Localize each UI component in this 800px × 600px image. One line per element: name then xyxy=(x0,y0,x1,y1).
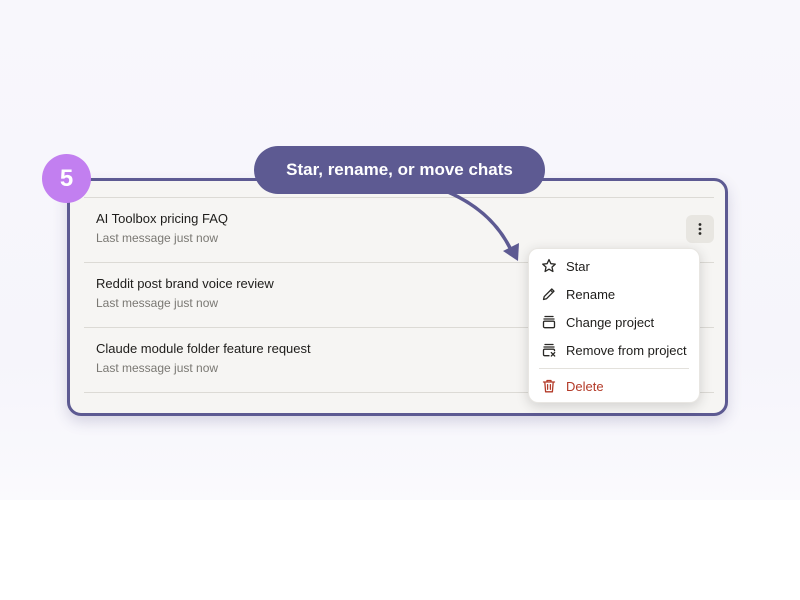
star-icon xyxy=(541,258,557,274)
chat-context-menu: Star Rename Change project Remove from p… xyxy=(528,248,700,403)
tutorial-stage: AI Toolbox pricing FAQ Last message just… xyxy=(0,0,800,600)
trash-icon xyxy=(541,378,557,394)
menu-item-label: Rename xyxy=(566,286,616,302)
menu-item-label: Remove from project xyxy=(566,342,687,358)
menu-divider xyxy=(539,368,689,369)
project-icon xyxy=(541,314,557,330)
menu-item-label: Change project xyxy=(566,314,655,330)
menu-item-star[interactable]: Star xyxy=(541,256,590,276)
menu-item-label: Star xyxy=(566,258,590,274)
menu-item-delete[interactable]: Delete xyxy=(541,376,604,396)
menu-item-remove-from-project[interactable]: Remove from project xyxy=(541,340,687,360)
menu-item-label: Delete xyxy=(566,378,604,394)
pencil-icon xyxy=(541,286,557,302)
menu-item-change-project[interactable]: Change project xyxy=(541,312,654,332)
menu-item-rename[interactable]: Rename xyxy=(541,284,615,304)
remove-project-icon xyxy=(541,342,557,358)
